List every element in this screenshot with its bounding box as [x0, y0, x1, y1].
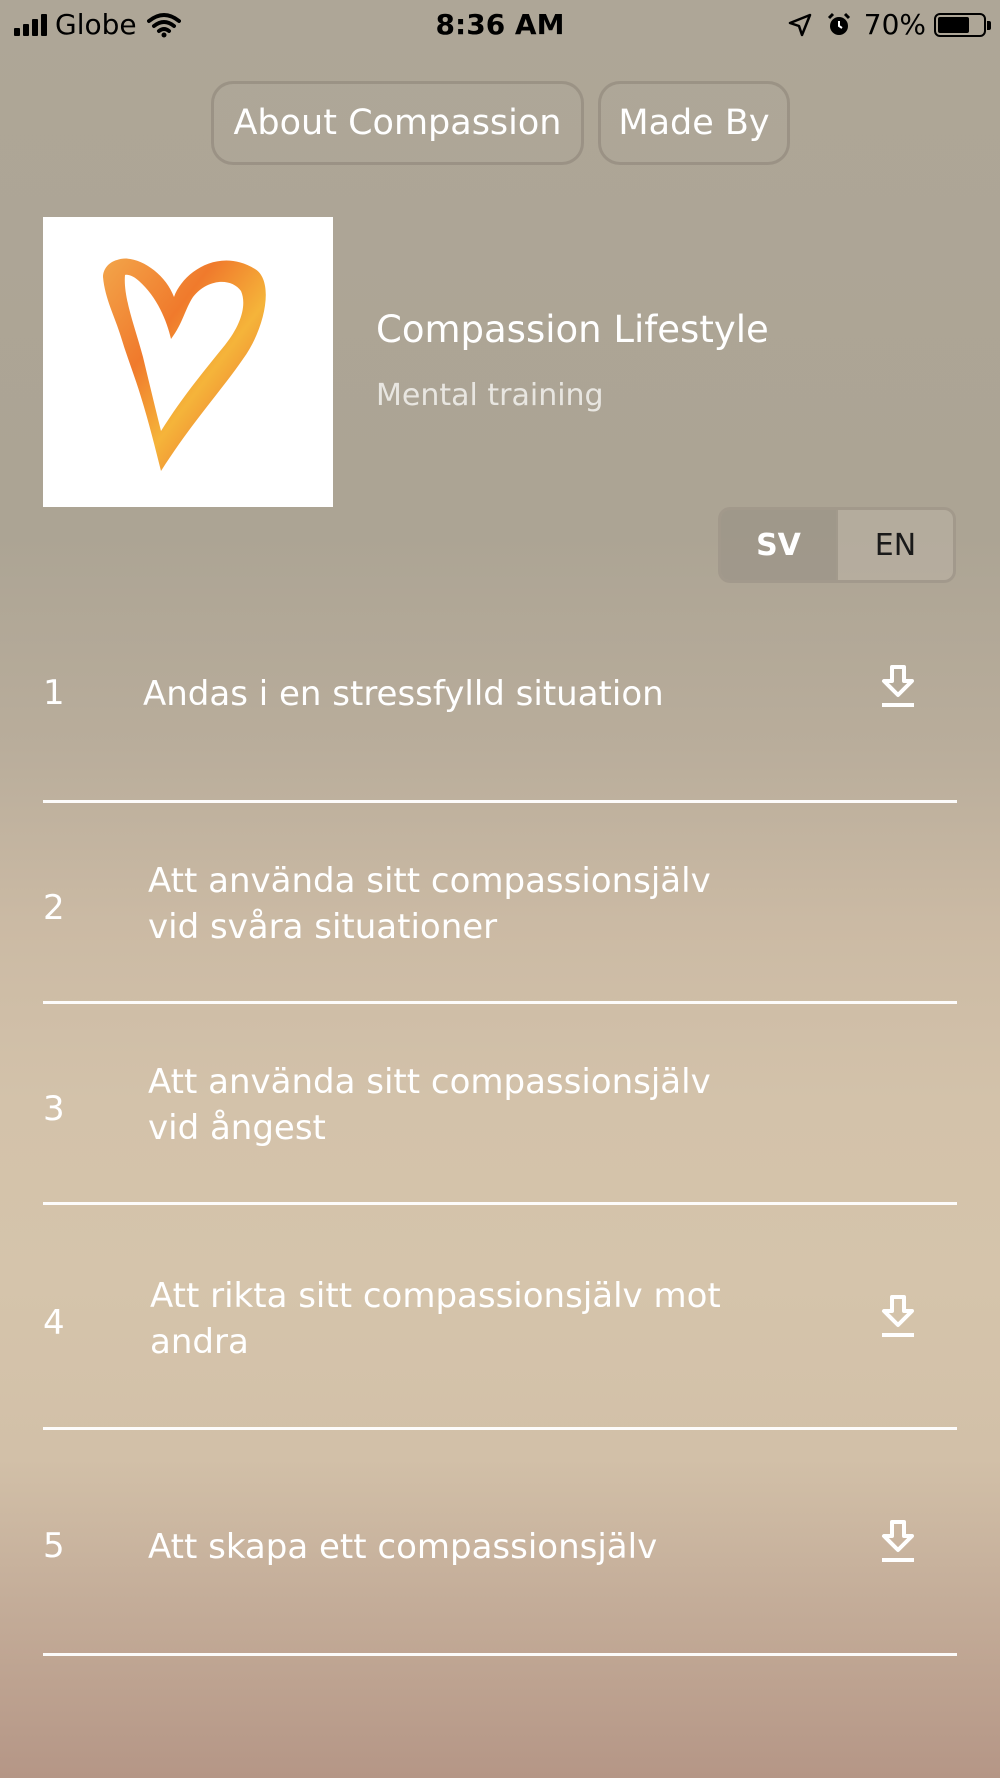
download-icon[interactable]	[878, 1295, 918, 1341]
about-compassion-button[interactable]: About Compassion	[211, 81, 584, 165]
battery-percent: 70%	[863, 8, 926, 41]
divider	[43, 800, 957, 803]
track-title: Att rikta sitt compassionsjälv mot andra	[150, 1276, 721, 1362]
divider	[43, 1001, 957, 1004]
status-bar: Globe 8:36 AM 70%	[0, 0, 1000, 50]
list-item[interactable]: 1 Andas i en stressfylld situation	[43, 665, 957, 725]
track-title: Att använda sitt compassionsjälv vid svå…	[148, 861, 711, 947]
lang-option-en[interactable]: EN	[836, 510, 953, 580]
track-number: 3	[43, 1089, 65, 1129]
divider	[43, 1427, 957, 1430]
app-subtitle: Mental training	[376, 378, 604, 413]
track-title: Andas i en stressfylld situation	[143, 674, 664, 714]
track-number: 5	[43, 1526, 65, 1566]
track-number: 2	[43, 888, 65, 928]
list-item[interactable]: 2 Att använda sitt compassionsjälv vid s…	[43, 858, 957, 954]
made-by-button[interactable]: Made By	[598, 81, 790, 165]
app-logo	[43, 217, 333, 507]
download-icon[interactable]	[878, 665, 918, 711]
track-title: Att använda sitt compassionsjälv vid ång…	[148, 1062, 711, 1148]
download-icon[interactable]	[878, 1520, 918, 1566]
track-title: Att skapa ett compassionsjälv	[148, 1527, 658, 1567]
status-right: 70%	[788, 8, 991, 41]
track-number: 4	[43, 1303, 65, 1343]
language-toggle[interactable]: SV EN	[718, 507, 956, 583]
app-title: Compassion Lifestyle	[376, 308, 769, 351]
divider	[43, 1202, 957, 1205]
track-number: 1	[43, 673, 65, 713]
list-item[interactable]: 5 Att skapa ett compassionsjälv	[43, 1518, 957, 1578]
lang-option-sv[interactable]: SV	[721, 510, 836, 580]
list-item[interactable]: 3 Att använda sitt compassionsjälv vid å…	[43, 1059, 957, 1155]
divider	[43, 1653, 957, 1656]
battery-icon	[934, 12, 991, 37]
list-item[interactable]: 4 Att rikta sitt compassionsjälv mot and…	[43, 1273, 957, 1369]
painted-heart-icon	[103, 258, 266, 471]
location-arrow-icon	[788, 13, 812, 36]
alarm-icon	[827, 12, 850, 35]
